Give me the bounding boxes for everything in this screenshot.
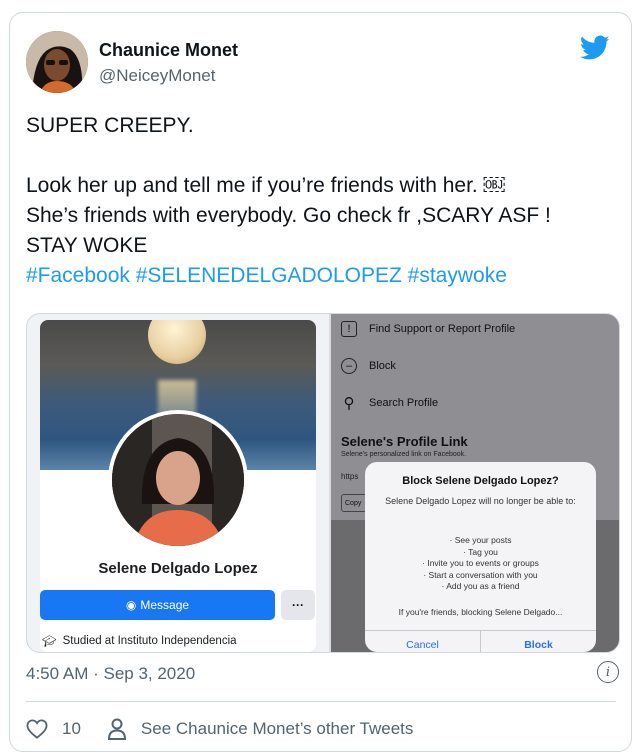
tweet-text: SUPER CREEPY. Look her up and tell me if… xyxy=(26,111,621,291)
fb-education-text: Studied at Instituto Independencia xyxy=(62,635,237,647)
fb-education-row: 🎓︎ Studied at Instituto Independencia xyxy=(42,634,237,648)
moon-image xyxy=(148,320,206,364)
tweet-header: Chaunice Monet @NeiceyMonet xyxy=(26,31,616,95)
fb-block-screenshot: ! Find Support or Report Profile – Block… xyxy=(331,314,619,652)
tweet-timestamp[interactable]: 4:50 AM · Sep 3, 2020 xyxy=(26,664,195,684)
info-icon[interactable]: i xyxy=(597,661,619,683)
fb-profile-card: Selene Delgado Lopez ◉ Message ··· 🎓︎ St… xyxy=(40,320,316,652)
like-count[interactable]: 10 xyxy=(62,719,81,739)
person-icon xyxy=(107,718,126,740)
author-name[interactable]: Chaunice Monet xyxy=(99,40,238,61)
tweet-line-4: STAY WOKE xyxy=(26,234,148,257)
tweet-line-1: SUPER CREEPY. xyxy=(26,114,194,137)
fb-profile-link-sub: Selene's personalized link on Facebook. xyxy=(341,451,467,458)
fb-profile-name: Selene Delgado Lopez xyxy=(98,560,258,577)
fb-menu-find-support-label: Find Support or Report Profile xyxy=(369,323,516,335)
dialog-block-button: Block xyxy=(480,631,596,652)
dialog-item: · See your posts xyxy=(449,535,512,545)
fb-profile-screenshot: Selene Delgado Lopez ◉ Message ··· 🎓︎ St… xyxy=(27,314,329,652)
heart-icon[interactable] xyxy=(26,719,48,739)
fb-copy-button: Copy xyxy=(341,494,367,512)
tweet-line-2: Look her up and tell me if you’re friend… xyxy=(26,174,505,197)
other-tweets-link[interactable]: See Chaunice Monet’s other Tweets xyxy=(141,719,413,739)
fb-menu-search-label: Search Profile xyxy=(369,397,439,409)
dialog-title: Block Selene Delgado Lopez? xyxy=(402,475,559,487)
fb-menu-block-label: Block xyxy=(369,360,396,372)
tweet-actions: 10 See Chaunice Monet’s other Tweets xyxy=(26,715,616,743)
fb-message-button: ◉ Message xyxy=(40,590,275,620)
fb-menu-block: – Block xyxy=(341,358,396,374)
divider xyxy=(26,701,616,702)
fb-message-label: Message xyxy=(140,598,190,612)
fb-profile-link-title: Selene's Profile Link xyxy=(341,434,468,449)
report-icon: ! xyxy=(341,321,357,337)
dialog-cancel-button: Cancel xyxy=(406,639,439,651)
tweet-card[interactable]: Chaunice Monet @NeiceyMonet SUPER CREEPY… xyxy=(9,12,632,752)
dialog-item: · Invite you to events or groups xyxy=(422,558,539,568)
author-avatar[interactable] xyxy=(26,31,88,93)
dialog-footer-text: If you're friends, blocking Selene Delga… xyxy=(398,607,563,617)
dialog-item: · Tag you xyxy=(463,546,498,557)
fb-more-button: ··· xyxy=(281,590,315,620)
fb-profile-photo xyxy=(108,410,248,550)
dialog-item: · Add you as a friend xyxy=(441,581,520,591)
search-icon: ⚲ xyxy=(343,395,355,412)
block-icon: – xyxy=(341,358,357,374)
tweet-hashtags[interactable]: #Facebook #SELENEDELGADOLOPEZ #staywoke xyxy=(26,261,621,291)
fb-menu-search-profile: ⚲ Search Profile xyxy=(341,395,439,412)
dialog-description: Selene Delgado Lopez will no longer be a… xyxy=(385,496,576,506)
fb-menu-find-support: ! Find Support or Report Profile xyxy=(341,321,515,337)
dialog-list: · See your posts · Tag you · Invite you … xyxy=(381,535,580,593)
graduation-cap-icon: 🎓︎ xyxy=(42,636,57,648)
author-handle[interactable]: @NeiceyMonet xyxy=(99,66,215,86)
dialog-buttons: Cancel Block xyxy=(365,630,596,652)
messenger-icon: ◉ xyxy=(125,598,137,612)
dialog-item: · Start a conversation with you xyxy=(423,569,538,580)
tweet-media-image[interactable]: Selene Delgado Lopez ◉ Message ··· 🎓︎ St… xyxy=(26,313,620,653)
fb-profile-link-url: https xyxy=(341,472,359,481)
fb-block-dialog: Block Selene Delgado Lopez? Selene Delga… xyxy=(365,462,596,652)
tweet-line-3: She’s friends with everybody. Go check f… xyxy=(26,204,551,227)
twitter-bird-icon[interactable] xyxy=(580,35,610,61)
